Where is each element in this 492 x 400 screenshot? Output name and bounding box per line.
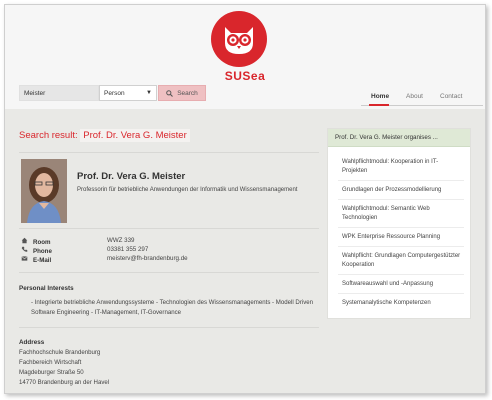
address-line: Fachbereich Wirtschaft bbox=[19, 359, 82, 366]
nav-active-indicator bbox=[369, 104, 389, 106]
person-title: Professorin für betriebliche Anwendungen… bbox=[77, 187, 298, 193]
phone-value: 03381 355 297 bbox=[107, 246, 149, 253]
divider bbox=[338, 246, 464, 247]
organises-heading: Prof. Dr. Vera G. Meister organises ... bbox=[328, 129, 470, 147]
course-link[interactable]: WPK Enterprise Ressource Planning bbox=[342, 233, 462, 242]
main-content: Search result: Prof. Dr. Vera G. Meister… bbox=[5, 109, 485, 393]
address-heading: Address bbox=[19, 339, 45, 346]
divider bbox=[338, 180, 464, 181]
search-button-label: Search bbox=[177, 89, 198, 97]
search-icon bbox=[166, 89, 174, 97]
room-row: Room bbox=[21, 237, 103, 246]
course-link[interactable]: Systemanalytische Kompetenzen bbox=[342, 299, 462, 308]
email-row: E-Mail bbox=[21, 255, 103, 264]
profile-photo bbox=[21, 159, 67, 223]
room-value: WWZ 339 bbox=[107, 237, 135, 244]
divider bbox=[19, 228, 319, 229]
email-label: E-Mail bbox=[33, 257, 52, 264]
divider bbox=[19, 152, 319, 153]
divider bbox=[338, 293, 464, 294]
course-link[interactable]: Softwareauswahl und -Anpassung bbox=[342, 280, 462, 289]
interests-text: - Integrierte betriebliche Anwendungssys… bbox=[31, 299, 314, 316]
divider bbox=[338, 274, 464, 275]
divider bbox=[338, 199, 464, 200]
organises-panel: Prof. Dr. Vera G. Meister organises ... … bbox=[327, 128, 471, 319]
search-result-prefix: Search result: bbox=[19, 130, 78, 141]
search-result-title: Search result: Prof. Dr. Vera G. Meister bbox=[19, 129, 190, 142]
course-link[interactable]: Wahlpflicht: Grundlagen Computergestützt… bbox=[342, 252, 462, 270]
site-header: SUSea Meister Person ▼ Search Home About… bbox=[5, 5, 485, 109]
nav-about[interactable]: About bbox=[406, 93, 423, 100]
address-line: Fachhochschule Brandenburg bbox=[19, 349, 101, 356]
envelope-icon bbox=[21, 255, 33, 264]
divider bbox=[19, 327, 319, 328]
address-line: Magdeburger Straße 50 bbox=[19, 369, 84, 376]
person-name: Prof. Dr. Vera G. Meister bbox=[77, 171, 186, 182]
caret-down-icon: ▼ bbox=[146, 90, 152, 96]
address-line: 14770 Brandenburg an der Havel bbox=[19, 379, 110, 386]
divider bbox=[338, 227, 464, 228]
room-label: Room bbox=[33, 239, 51, 246]
email-link[interactable]: meisterv@fh-brandenburg.de bbox=[107, 255, 188, 262]
search-input[interactable]: Meister bbox=[19, 85, 99, 101]
course-link[interactable]: Wahlpflichtmodul: Kooperation in IT-Proj… bbox=[342, 158, 462, 176]
nav-contact[interactable]: Contact bbox=[440, 93, 462, 100]
course-link[interactable]: Grundlagen der Prozessmodellierung bbox=[342, 186, 462, 195]
brand-name: SUSea bbox=[224, 69, 266, 83]
interests-heading: Personal Interests bbox=[19, 285, 74, 292]
course-link[interactable]: Wahlpflichtmodul: Semantic Web Technolog… bbox=[342, 205, 462, 223]
search-type-select[interactable]: Person ▼ bbox=[99, 85, 157, 101]
phone-row: Phone bbox=[21, 246, 103, 255]
phone-label: Phone bbox=[33, 248, 52, 255]
owl-logo-icon[interactable] bbox=[211, 11, 267, 67]
home-icon bbox=[21, 237, 33, 246]
search-button[interactable]: Search bbox=[158, 85, 206, 101]
browser-frame: SUSea Meister Person ▼ Search Home About… bbox=[4, 4, 486, 394]
nav-home[interactable]: Home bbox=[371, 93, 389, 100]
search-result-name: Prof. Dr. Vera G. Meister bbox=[80, 129, 190, 142]
search-type-value: Person bbox=[104, 90, 125, 97]
divider bbox=[19, 272, 319, 273]
phone-icon bbox=[21, 246, 33, 255]
